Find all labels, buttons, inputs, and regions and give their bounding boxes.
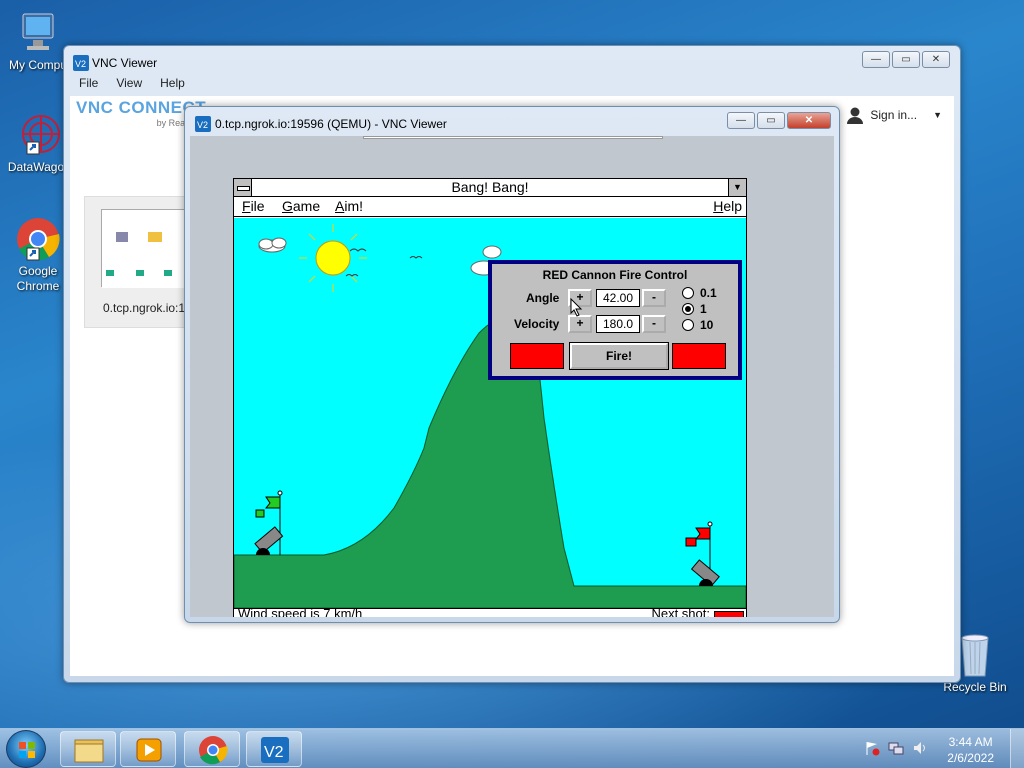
game-menu-help[interactable]: Help	[713, 197, 742, 216]
computer-icon	[15, 10, 61, 56]
maximize-button[interactable]: ▭	[757, 112, 785, 129]
taskbar-chrome[interactable]	[184, 731, 240, 767]
game-status-bar: Wind speed is 7 km/h Next shot:	[234, 608, 746, 617]
connection-card[interactable]: 0.tcp.ngrok.io:1	[84, 196, 192, 328]
window-controls: — ▭ ✕	[727, 112, 831, 130]
angle-label: Angle	[526, 291, 560, 305]
chrome-icon	[199, 736, 228, 765]
increment-radio-0-1[interactable]: 0.1	[682, 286, 717, 300]
wind-speed-text: Wind speed is 7 km/h	[238, 608, 363, 617]
connection-label: 0.tcp.ngrok.io:1	[103, 301, 186, 315]
menu-bar: File View Help	[70, 76, 954, 96]
maximize-button[interactable]: ▭	[892, 51, 920, 68]
minimize-button[interactable]: —	[862, 51, 890, 68]
folder-icon	[74, 739, 104, 763]
taskbar: V2 3:44 AM 2/6/2022	[0, 728, 1024, 768]
bang-bang-window: Bang! Bang! ▼ File Game Aim! Help RED Ca…	[233, 178, 747, 617]
window-controls: — ▭ ✕	[862, 51, 950, 69]
cloud	[258, 237, 287, 253]
media-player-icon	[136, 738, 162, 762]
velocity-label: Velocity	[514, 317, 560, 331]
angle-minus-button[interactable]: -	[642, 289, 666, 307]
chevron-down-icon: ▼	[933, 110, 942, 120]
fire-control-dialog: RED Cannon Fire Control Angle + 42.00 - …	[488, 260, 742, 380]
clock-time: 3:44 AM	[948, 735, 993, 749]
svg-text:V2: V2	[264, 744, 284, 761]
game-titlebar: Bang! Bang! ▼	[234, 179, 746, 197]
clock[interactable]: 3:44 AM 2/6/2022	[947, 734, 994, 766]
radio-selected-icon	[682, 303, 694, 315]
remote-toolbar-strip	[363, 136, 663, 139]
game-scene[interactable]: RED Cannon Fire Control Angle + 42.00 - …	[234, 218, 746, 609]
show-desktop-button[interactable]	[1010, 729, 1024, 768]
game-menu-aim[interactable]: Aim!	[335, 197, 363, 216]
svg-text:V2: V2	[197, 120, 208, 130]
vnc-app-icon: V2	[261, 737, 289, 763]
sign-in-button[interactable]: Sign in... ▼	[846, 106, 942, 124]
window-title: VNC Viewer	[92, 56, 158, 70]
close-button[interactable]: ✕	[787, 112, 831, 129]
datawagon-icon	[15, 112, 61, 158]
close-button[interactable]: ✕	[922, 51, 950, 68]
mouse-cursor-icon	[570, 298, 583, 317]
vnc-app-icon: V2	[73, 55, 89, 71]
start-button[interactable]	[6, 730, 46, 768]
sign-in-label: Sign in...	[870, 108, 918, 122]
remote-desktop-view[interactable]: Bang! Bang! ▼ File Game Aim! Help RED Ca…	[190, 136, 834, 617]
fire-control-title: RED Cannon Fire Control	[542, 268, 688, 282]
system-tray	[864, 740, 928, 756]
window-title: 0.tcp.ngrok.io:19596 (QEMU) - VNC Viewer	[215, 117, 447, 131]
minimize-button[interactable]: —	[727, 112, 755, 129]
velocity-value[interactable]: 180.0	[596, 315, 640, 333]
radio-circle-icon	[682, 287, 694, 299]
taskbar-explorer[interactable]	[60, 731, 116, 767]
game-menu-file[interactable]: File	[242, 197, 265, 216]
next-shot-label: Next shot:	[651, 608, 710, 617]
next-shot-indicator	[714, 611, 744, 617]
system-menu-box[interactable]	[234, 179, 252, 196]
red-indicator-left	[510, 343, 564, 369]
taskbar-media-player[interactable]	[120, 731, 176, 767]
game-menu-game[interactable]: Game	[282, 197, 320, 216]
menu-view[interactable]: View	[116, 76, 142, 96]
red-indicator-right	[672, 343, 726, 369]
taskbar-vnc-viewer[interactable]: V2	[246, 731, 302, 767]
menu-help[interactable]: Help	[160, 76, 185, 96]
volume-icon[interactable]	[912, 740, 928, 756]
clock-date: 2/6/2022	[947, 751, 994, 765]
windows-logo-icon	[19, 742, 35, 758]
chrome-icon	[15, 216, 61, 262]
minimize-arrow-icon[interactable]: ▼	[728, 179, 746, 196]
menu-file[interactable]: File	[79, 76, 98, 96]
action-center-flag-icon[interactable]	[864, 740, 880, 756]
connection-thumbnail	[101, 209, 192, 288]
velocity-minus-button[interactable]: -	[642, 315, 666, 333]
game-menu-bar: File Game Aim! Help	[234, 197, 746, 217]
user-icon	[847, 107, 864, 124]
radio-circle-icon	[682, 319, 694, 331]
angle-value[interactable]: 42.00	[596, 289, 640, 307]
game-title: Bang! Bang!	[451, 179, 529, 195]
svg-text:V2: V2	[75, 59, 86, 69]
vnc-app-icon: V2	[195, 116, 211, 132]
network-icon[interactable]	[888, 740, 904, 756]
increment-radio-1[interactable]: 1	[682, 302, 707, 316]
qemu-vnc-window: V2 0.tcp.ngrok.io:19596 (QEMU) - VNC Vie…	[184, 106, 840, 623]
increment-radio-10[interactable]: 10	[682, 318, 713, 332]
fire-button[interactable]: Fire!	[569, 342, 669, 370]
